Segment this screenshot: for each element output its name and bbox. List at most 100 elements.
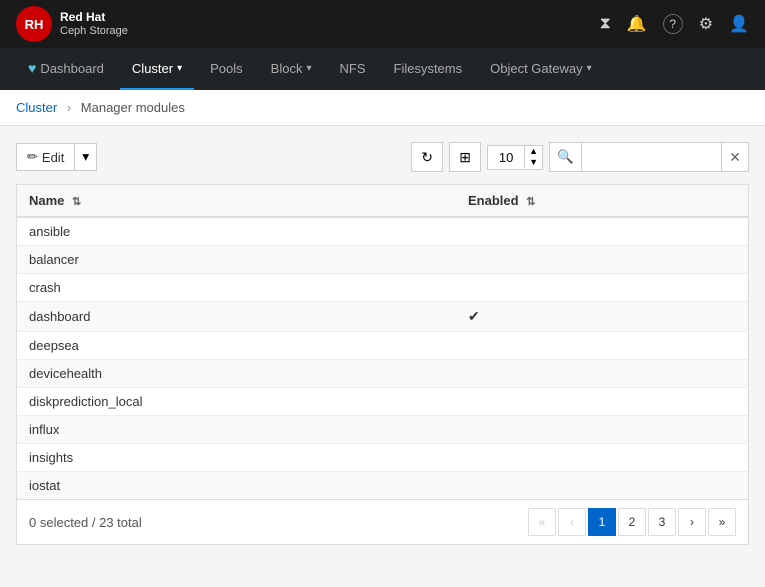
settings-icon[interactable]: ⚙ (699, 14, 713, 34)
svg-text:RH: RH (25, 17, 44, 32)
edit-button-group: ✏ Edit ▾ (16, 143, 97, 171)
cell-enabled (456, 274, 748, 302)
brand-line2: Ceph Storage (60, 25, 128, 38)
page-size-down[interactable]: ▼ (525, 157, 542, 168)
cell-name: deepsea (17, 332, 456, 360)
page-size-control: ▲ ▼ (487, 145, 543, 170)
enabled-check-icon: ✔ (468, 308, 480, 324)
edit-button[interactable]: ✏ Edit (16, 143, 75, 171)
object-gateway-caret-icon: ▾ (587, 63, 592, 74)
cell-enabled (456, 360, 748, 388)
table-row[interactable]: crash (17, 274, 748, 302)
cell-name: iostat (17, 472, 456, 500)
table-row[interactable]: insights (17, 444, 748, 472)
cell-name: ansible (17, 217, 456, 246)
subnav-item-dashboard[interactable]: ♥ Dashboard (16, 48, 116, 90)
table-body: ansiblebalancercrashdashboard ✔ deepseadev… (17, 217, 748, 499)
pagination-page-2[interactable]: 2 (618, 508, 646, 536)
help-icon[interactable]: ? (663, 14, 683, 34)
subnav-label-cluster: Cluster (132, 61, 173, 76)
bell-icon[interactable]: 🔔 (627, 14, 647, 34)
top-navbar: RH Red Hat Ceph Storage ⧗ 🔔 ? ⚙ 👤 (0, 0, 765, 48)
edit-dropdown-toggle[interactable]: ▾ (75, 143, 97, 171)
column-header-enabled[interactable]: Enabled ⇅ (456, 185, 748, 217)
cell-enabled (456, 332, 748, 360)
user-icon[interactable]: 👤 (729, 14, 749, 34)
column-name-label: Name (29, 193, 64, 208)
table-row[interactable]: iostat (17, 472, 748, 500)
breadcrumb: Cluster › Manager modules (0, 90, 765, 126)
search-button[interactable]: 🔍 (549, 142, 581, 172)
page-size-input[interactable] (488, 146, 524, 169)
table-row[interactable]: influx (17, 416, 748, 444)
table-row[interactable]: balancer (17, 246, 748, 274)
refresh-button[interactable]: ↻ (411, 142, 443, 172)
cluster-caret-icon: ▾ (177, 63, 182, 74)
pagination: « ‹ 1 2 3 › » (528, 508, 736, 536)
subnav-label-nfs: NFS (340, 61, 366, 76)
column-enabled-label: Enabled (468, 193, 519, 208)
cell-name: dashboard (17, 302, 456, 332)
subnav: ♥ Dashboard Cluster ▾ Pools Block ▾ NFS … (0, 48, 765, 90)
subnav-label-block: Block (271, 61, 303, 76)
table-row[interactable]: ansible (17, 217, 748, 246)
cell-name: insights (17, 444, 456, 472)
dashboard-icon: ♥ (28, 60, 36, 76)
cell-name: diskprediction_local (17, 388, 456, 416)
pagination-prev[interactable]: ‹ (558, 508, 586, 536)
subnav-item-nfs[interactable]: NFS (328, 48, 378, 90)
breadcrumb-parent[interactable]: Cluster (16, 100, 57, 115)
main-content: ✏ Edit ▾ ↻ ⊞ ▲ ▼ 🔍 ✕ Name (0, 126, 765, 561)
pencil-icon: ✏ (27, 149, 38, 165)
pagination-page-1[interactable]: 1 (588, 508, 616, 536)
cell-enabled (456, 416, 748, 444)
pagination-first[interactable]: « (528, 508, 556, 536)
pagination-next[interactable]: › (678, 508, 706, 536)
toolbar: ✏ Edit ▾ ↻ ⊞ ▲ ▼ 🔍 ✕ (16, 142, 749, 172)
subnav-item-filesystems[interactable]: Filesystems (382, 48, 475, 90)
cell-name: crash (17, 274, 456, 302)
page-size-arrows: ▲ ▼ (524, 146, 542, 168)
subnav-label-dashboard: Dashboard (40, 61, 104, 76)
column-header-name[interactable]: Name ⇅ (17, 185, 456, 217)
table-header-row: Name ⇅ Enabled ⇅ (17, 185, 748, 217)
cell-enabled (456, 246, 748, 274)
cell-name: devicehealth (17, 360, 456, 388)
page-size-up[interactable]: ▲ (525, 146, 542, 157)
selection-info: 0 selected / 23 total (29, 515, 142, 530)
name-sort-icon: ⇅ (72, 196, 81, 208)
block-caret-icon: ▾ (306, 63, 311, 74)
table-row[interactable]: deepsea (17, 332, 748, 360)
search-input[interactable] (581, 142, 721, 172)
subnav-label-filesystems: Filesystems (394, 61, 463, 76)
brand-line1: Red Hat (60, 10, 128, 24)
cell-name: influx (17, 416, 456, 444)
table-row[interactable]: dashboard ✔ (17, 302, 748, 332)
breadcrumb-current: Manager modules (81, 100, 185, 115)
table-footer: 0 selected / 23 total « ‹ 1 2 3 › » (17, 499, 748, 544)
breadcrumb-separator: › (67, 100, 71, 115)
pagination-last[interactable]: » (708, 508, 736, 536)
grid-view-button[interactable]: ⊞ (449, 142, 481, 172)
search-clear-button[interactable]: ✕ (721, 142, 749, 172)
pagination-page-3[interactable]: 3 (648, 508, 676, 536)
subnav-item-object-gateway[interactable]: Object Gateway ▾ (478, 48, 604, 90)
cell-enabled (456, 444, 748, 472)
edit-label: Edit (42, 150, 64, 165)
cell-enabled (456, 388, 748, 416)
brand-logo: RH Red Hat Ceph Storage (16, 6, 128, 42)
navbar-icons: ⧗ 🔔 ? ⚙ 👤 (600, 14, 749, 34)
cell-name: balancer (17, 246, 456, 274)
subnav-label-object-gateway: Object Gateway (490, 61, 583, 76)
subnav-item-cluster[interactable]: Cluster ▾ (120, 48, 194, 90)
cell-enabled (456, 472, 748, 500)
subnav-item-pools[interactable]: Pools (198, 48, 255, 90)
manager-modules-table: Name ⇅ Enabled ⇅ ansiblebalancercrashdas… (16, 184, 749, 545)
task-icon[interactable]: ⧗ (600, 15, 611, 33)
table-row[interactable]: devicehealth (17, 360, 748, 388)
enabled-sort-icon: ⇅ (526, 196, 535, 208)
cell-enabled (456, 217, 748, 246)
subnav-item-block[interactable]: Block ▾ (259, 48, 324, 90)
cell-enabled: ✔ (456, 302, 748, 332)
table-row[interactable]: diskprediction_local (17, 388, 748, 416)
